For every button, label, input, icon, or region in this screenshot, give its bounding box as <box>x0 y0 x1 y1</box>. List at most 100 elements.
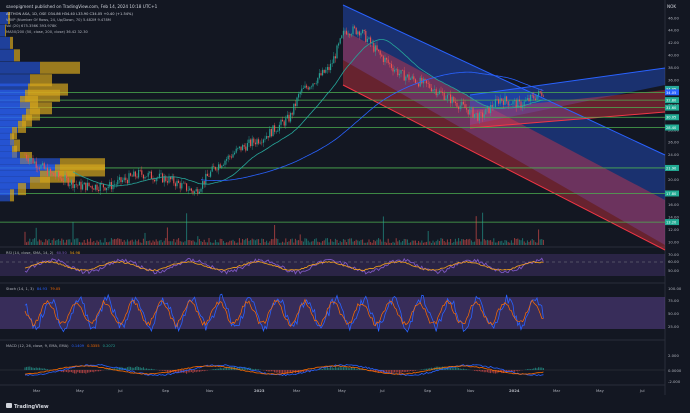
macd-hist-bar <box>389 370 391 373</box>
candle-body <box>381 54 383 57</box>
candle-body <box>525 100 527 102</box>
volume-bar <box>453 241 455 245</box>
volume-bar <box>526 240 528 245</box>
candle-body <box>394 69 396 72</box>
macd-legend[interactable]: MACD (12, 26, close, 9, EMA, EMA) 0.1409 0… <box>6 344 115 348</box>
volume-bar <box>211 242 213 245</box>
macd-hist-bar <box>134 366 136 370</box>
volume-bar <box>109 241 111 245</box>
candle-body <box>454 101 456 103</box>
volume-bar <box>98 241 100 245</box>
macd-hist-bar <box>46 369 48 370</box>
candle-body <box>520 101 522 109</box>
volume-bar <box>525 242 527 245</box>
macd-hist-bar <box>267 370 269 372</box>
volume-bar <box>301 240 303 245</box>
volume-bar <box>472 242 474 245</box>
volume-bar <box>90 238 92 245</box>
macd-hist-bar <box>211 369 213 370</box>
macd-hist-bar <box>86 370 88 373</box>
candle-body <box>510 104 512 105</box>
macd-hist-bar <box>240 367 242 370</box>
candle-body <box>187 190 189 191</box>
vp-bar-down <box>18 120 26 133</box>
volume-bar <box>157 241 159 245</box>
ma-legend[interactable]: MA50/200 (50, close, 200, close) 36.42 3… <box>6 30 89 34</box>
volume-bar <box>67 239 69 245</box>
volume-bar <box>96 240 98 245</box>
candle-body <box>206 173 208 177</box>
volume-bar <box>230 240 232 245</box>
macd-hist-bar <box>27 366 29 370</box>
macd-hist-bar <box>128 366 130 370</box>
volume-bar <box>450 239 452 245</box>
candle-body <box>402 70 404 71</box>
volume-bar <box>360 239 362 245</box>
candle-body <box>312 83 314 87</box>
candle-body <box>88 182 90 187</box>
candle-body <box>453 97 455 102</box>
volume-bar <box>442 238 444 245</box>
candle-body <box>150 171 152 179</box>
macd-hist-bar <box>26 366 28 370</box>
macd-hist-bar <box>130 366 132 370</box>
candle-body <box>533 95 535 99</box>
candle-body <box>338 43 340 46</box>
volume-bar <box>160 239 162 245</box>
macd-hist-bar <box>270 370 272 372</box>
vrvp-legend[interactable]: VRVP (Number Of Rows, 24, Up/Down, 70) 5… <box>6 18 111 22</box>
chart-canvas[interactable]: savepigment published on TradingView.com… <box>0 0 690 413</box>
candle-body <box>528 98 530 102</box>
volume-legend[interactable]: Vol (20) 675.356K 393.978K <box>6 24 57 28</box>
candle-body <box>378 49 380 52</box>
candle-body <box>146 176 148 178</box>
rsi-tick: 60.00 <box>668 259 679 264</box>
stoch-legend[interactable]: Stoch (14, 1, 3) 84.93 79.05 <box>6 287 60 291</box>
volume-bar <box>381 241 383 245</box>
candle-body <box>262 139 264 143</box>
price-tick: 16.00 <box>668 202 679 207</box>
macd-hist-bar <box>450 368 452 370</box>
candle-body <box>427 83 429 84</box>
macd-hist-bar <box>144 368 146 370</box>
macd-hist-bar <box>411 370 413 372</box>
macd-hist-bar <box>96 370 98 372</box>
macd-hist-bar <box>195 370 197 373</box>
macd-hist-bar <box>94 370 96 372</box>
volume-bar <box>368 239 370 245</box>
volume-bar <box>541 239 543 245</box>
candle-body <box>274 125 276 132</box>
volume-bar <box>475 216 477 245</box>
volume-bar <box>451 242 453 245</box>
candle-body <box>120 177 122 183</box>
candle-body <box>125 177 127 181</box>
symbol-ohlc[interactable]: AETHON ASA, 1D, OSE O34.86 H34.40 L33.90… <box>6 12 133 16</box>
volume-bar <box>395 238 397 245</box>
macd-hist-bar <box>288 370 290 373</box>
volume-bar <box>440 238 442 245</box>
candle-body <box>490 104 492 114</box>
volume-bar <box>24 231 26 245</box>
macd-hist-bar <box>198 370 200 372</box>
stoch-tick: 75.00 <box>668 298 679 303</box>
time-tick: Mar <box>553 388 561 393</box>
candle-body <box>93 188 95 190</box>
macd-hist-bar <box>344 366 346 370</box>
macd-hist-bar <box>456 367 458 370</box>
volume-bar <box>298 240 300 245</box>
rsi-legend[interactable]: RSI (14, close, SMA, 14, 2) 60.50 54.98 <box>6 251 81 255</box>
candle-body <box>99 183 101 191</box>
price-tick: 10.00 <box>668 239 679 244</box>
macd-hist-bar <box>99 370 101 372</box>
macd-hist-bar <box>486 370 488 373</box>
macd-hist-bar <box>398 370 400 374</box>
macd-hist-bar <box>88 370 90 373</box>
candle-body <box>291 113 293 115</box>
currency-tag[interactable]: NOK <box>667 4 676 9</box>
volume-bar <box>106 242 108 245</box>
macd-hist-bar <box>309 370 311 371</box>
candle-body <box>397 69 399 76</box>
volume-bar <box>178 238 180 245</box>
candle-body <box>498 99 500 104</box>
price-tag-label: 21.90 <box>666 166 677 170</box>
